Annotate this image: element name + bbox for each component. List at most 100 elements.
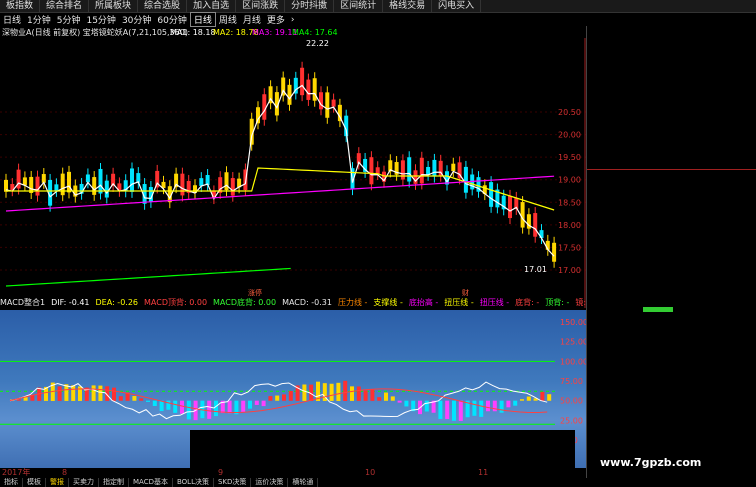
toolbar-item[interactable]: 区间涨跌 <box>236 0 286 12</box>
period-button[interactable]: 60分钟 <box>154 13 189 26</box>
candle-body <box>98 168 103 194</box>
indicator-tab[interactable]: BOLL决策 <box>173 478 214 487</box>
macd-bar <box>384 392 388 401</box>
macd-bar <box>71 385 76 401</box>
period-button[interactable]: 5分钟 <box>54 13 84 26</box>
candle-body <box>375 167 380 175</box>
macd-bar <box>356 386 361 401</box>
date-tick: 11 <box>478 468 489 477</box>
macd-bar <box>377 397 382 401</box>
candle-body <box>419 157 424 184</box>
period-button[interactable]: 更多 <box>264 13 288 26</box>
sub-tick: 100.00 <box>560 357 586 366</box>
ma3-value: MA3: 19.11 <box>252 28 298 37</box>
indicator-tab[interactable]: 警报 <box>46 478 69 487</box>
candle-body <box>230 178 235 196</box>
macd-bar <box>499 400 504 413</box>
toolbar-item[interactable]: 区间统计 <box>334 0 384 12</box>
price-tick: 17.50 <box>558 243 581 252</box>
period-button[interactable]: 1分钟 <box>24 13 54 26</box>
indicator-tab[interactable]: 运价决策 <box>251 478 289 487</box>
sub-tick: 125.00 <box>560 338 586 347</box>
tick-row <box>587 326 756 337</box>
macd-bar <box>526 396 531 401</box>
quote-panel <box>586 26 756 478</box>
macd-bar <box>486 400 490 412</box>
low-annotation: 17.01 <box>524 265 547 274</box>
ma4-value: MA4: 17.64 <box>292 28 338 37</box>
fund-bar <box>643 307 673 312</box>
indicator-tab[interactable]: 横轮通 <box>288 478 319 487</box>
date-tick: 2017年 <box>2 468 31 477</box>
period-button[interactable]: 15分钟 <box>83 13 118 26</box>
toolbar-item[interactable]: 综合选股 <box>138 0 188 12</box>
indicator-tab[interactable]: 模板 <box>23 478 46 487</box>
candle-body <box>22 177 27 186</box>
indicator-svg: 150.00125.00100.0075.0050.0025.000.00 <box>0 318 588 468</box>
macd-bar <box>180 400 184 414</box>
sub-tick: 150.00 <box>560 318 586 327</box>
tick-row <box>587 381 756 392</box>
candle-body <box>35 176 40 196</box>
toolbar-item[interactable]: 闪电买入 <box>432 0 482 12</box>
toolbar-item[interactable]: 所属板块 <box>89 0 139 12</box>
indicator-tab[interactable]: 指定制 <box>99 478 129 487</box>
toolbar-item[interactable]: 格线交易 <box>383 0 433 12</box>
toolbar-item[interactable]: 板指数 <box>0 0 41 12</box>
sub-tick: 75.00 <box>560 377 583 386</box>
indicator-tab[interactable]: 买卖力 <box>69 478 99 487</box>
toolbar-item[interactable]: 分时抖擞 <box>285 0 335 12</box>
indicator-tab[interactable]: SKD决策 <box>214 478 252 487</box>
toolbar-item[interactable]: 加入自选 <box>187 0 237 12</box>
candle-body <box>426 166 431 175</box>
macd-bar <box>57 386 62 401</box>
macd-bar <box>506 400 511 408</box>
signal-block <box>190 430 575 468</box>
indicator-tab[interactable]: 指标 <box>0 478 23 487</box>
period-button[interactable]: 月线 <box>240 13 264 26</box>
order-book-row <box>587 121 756 132</box>
period-button[interactable]: 周线 <box>216 13 240 26</box>
candle-body <box>224 172 229 191</box>
candle-body <box>92 177 97 195</box>
macd-bar <box>397 400 402 403</box>
price-tick: 19.00 <box>558 176 581 185</box>
candle-body <box>130 168 134 192</box>
macd-bar <box>186 400 191 420</box>
macd-bar <box>350 386 354 401</box>
macd-bar <box>227 400 232 414</box>
quote-row <box>587 250 756 261</box>
toolbar-item[interactable]: 综合排名 <box>40 0 90 12</box>
candlestick-chart[interactable]: 深物业A(日线 前复权) 宝塔镜蛇妖A(7,21,105,360) MA1: 1… <box>0 26 586 308</box>
period-button[interactable]: 30分钟 <box>119 13 154 26</box>
macd-field: MACD底背: 0.00 <box>213 298 277 307</box>
macd-field: 底抬高 - <box>408 298 439 307</box>
candle-body <box>85 174 90 183</box>
indicator-tabs: 指标 模板 警报 买卖力 指定制 MACD基本 BOLL决策 SKD决策 运价决策 横轮通 <box>0 478 756 487</box>
macd-bar <box>132 396 137 401</box>
macd-bar <box>159 400 164 412</box>
candle-body <box>54 184 59 191</box>
macd-field: DEA: -0.26 <box>95 298 138 307</box>
macd-bar <box>438 400 443 419</box>
macd-bar <box>472 400 477 416</box>
macd-bar <box>91 385 96 401</box>
macd-bar <box>479 400 484 417</box>
candle-body <box>306 79 311 100</box>
period-button[interactable]: › <box>288 15 298 25</box>
macd-field: 压力线 - <box>337 298 368 307</box>
candle-body <box>180 173 185 196</box>
period-button[interactable]: 日线 <box>0 13 24 26</box>
indicator-panel[interactable]: 150.00125.00100.0075.0050.0025.000.00 <box>0 310 588 468</box>
tick-row <box>587 348 756 359</box>
order-book-row <box>587 143 756 154</box>
macd-field: MACD整合1 <box>0 298 46 307</box>
macd-bar <box>254 400 259 405</box>
tick-row <box>587 392 756 403</box>
period-button[interactable]: 日线 <box>189 12 216 27</box>
macd-bar <box>207 400 212 419</box>
macd-field: DIF: -0.41 <box>51 298 90 307</box>
indicator-tab[interactable]: MACD基本 <box>129 478 173 487</box>
macd-bar <box>390 396 395 401</box>
candle-body <box>104 180 109 198</box>
